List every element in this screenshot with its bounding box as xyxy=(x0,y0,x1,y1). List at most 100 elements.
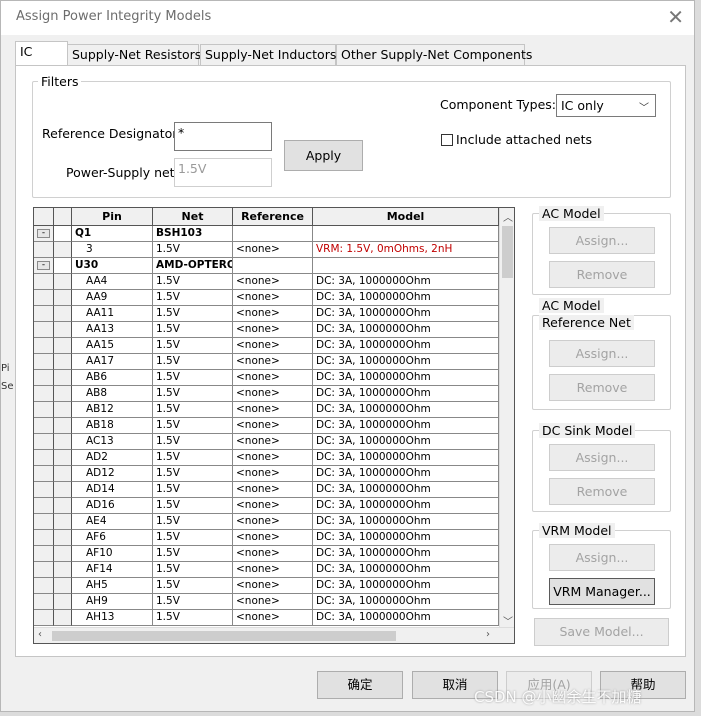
cell-pin[interactable]: AH5 xyxy=(72,578,153,594)
table-row[interactable]: AA11 1.5V <none> DC: 3A, 1000000Ohm xyxy=(34,306,499,322)
cell-model[interactable]: DC: 3A, 1000000Ohm xyxy=(313,498,499,514)
cell-pin[interactable]: AE4 xyxy=(72,514,153,530)
scroll-up-icon[interactable]: ︿ xyxy=(503,209,513,224)
row-header[interactable] xyxy=(34,466,54,482)
cell-net[interactable]: 1.5V xyxy=(153,578,233,594)
cell-net[interactable]: 1.5V xyxy=(153,450,233,466)
cell-pin[interactable]: AA4 xyxy=(72,274,153,290)
column-header-reference[interactable]: Reference xyxy=(233,208,313,226)
row-header[interactable] xyxy=(34,338,54,354)
tab-supply-net-inductors[interactable]: Supply-Net Inductors xyxy=(200,44,336,65)
cell-model[interactable]: DC: 3A, 1000000Ohm xyxy=(313,610,499,626)
scroll-left-icon[interactable]: ‹ xyxy=(38,629,42,640)
cell-model[interactable]: DC: 3A, 1000000Ohm xyxy=(313,370,499,386)
row-header[interactable] xyxy=(34,322,54,338)
scroll-right-icon[interactable]: › xyxy=(486,629,490,640)
row-header[interactable]: - xyxy=(34,258,54,274)
cell-net[interactable]: 1.5V xyxy=(153,338,233,354)
table-row[interactable]: AC13 1.5V <none> DC: 3A, 1000000Ohm xyxy=(34,434,499,450)
row-header[interactable] xyxy=(34,610,54,626)
row-header[interactable] xyxy=(34,594,54,610)
cell-net[interactable]: 1.5V xyxy=(153,530,233,546)
row-header[interactable]: - xyxy=(34,226,54,242)
cell-model[interactable]: DC: 3A, 1000000Ohm xyxy=(313,594,499,610)
cell-model[interactable]: DC: 3A, 1000000Ohm xyxy=(313,546,499,562)
cell-ref[interactable]: <none> xyxy=(233,370,313,386)
cell-ref[interactable]: <none> xyxy=(233,306,313,322)
cell-net[interactable]: 1.5V xyxy=(153,354,233,370)
cell-net[interactable]: 1.5V xyxy=(153,322,233,338)
row-header[interactable] xyxy=(34,290,54,306)
row-header[interactable] xyxy=(34,562,54,578)
table-row[interactable]: AD16 1.5V <none> DC: 3A, 1000000Ohm xyxy=(34,498,499,514)
cell-ref[interactable]: <none> xyxy=(233,354,313,370)
cell-ref[interactable]: <none> xyxy=(233,498,313,514)
table-row[interactable]: AH9 1.5V <none> DC: 3A, 1000000Ohm xyxy=(34,594,499,610)
row-header[interactable] xyxy=(34,530,54,546)
cell-ref[interactable]: <none> xyxy=(233,578,313,594)
cell-ref[interactable]: <none> xyxy=(233,434,313,450)
cell-net[interactable]: 1.5V xyxy=(153,482,233,498)
table-row[interactable]: AA13 1.5V <none> DC: 3A, 1000000Ohm xyxy=(34,322,499,338)
save-model-button[interactable]: Save Model... xyxy=(534,618,669,646)
cell-net[interactable]: 1.5V xyxy=(153,514,233,530)
dc-sink-assign-button[interactable]: Assign... xyxy=(549,444,655,471)
collapse-icon[interactable]: - xyxy=(37,261,50,270)
cell-net[interactable]: 1.5V xyxy=(153,290,233,306)
table-row[interactable]: AF14 1.5V <none> DC: 3A, 1000000Ohm xyxy=(34,562,499,578)
power-supply-net-input[interactable]: 1.5V xyxy=(174,158,272,187)
row-header[interactable] xyxy=(34,498,54,514)
cell-model[interactable]: DC: 3A, 1000000Ohm xyxy=(313,322,499,338)
cell-net[interactable]: BSH103 xyxy=(153,226,233,242)
cell-pin[interactable]: AA17 xyxy=(72,354,153,370)
cell-pin[interactable]: AA9 xyxy=(72,290,153,306)
cell-ref[interactable] xyxy=(233,226,313,242)
table-row[interactable]: AA17 1.5V <none> DC: 3A, 1000000Ohm xyxy=(34,354,499,370)
cell-ref[interactable]: <none> xyxy=(233,402,313,418)
row-header[interactable] xyxy=(34,514,54,530)
tab-supply-net-resistors[interactable]: Supply-Net Resistors xyxy=(67,44,201,65)
cell-pin[interactable]: AC13 xyxy=(72,434,153,450)
cell-ref[interactable]: <none> xyxy=(233,530,313,546)
cell-ref[interactable]: <none> xyxy=(233,466,313,482)
column-header-pin[interactable]: Pin xyxy=(72,208,153,226)
component-types-select[interactable]: IC only ﹀ xyxy=(556,94,656,117)
table-group-row[interactable]: - Q1 BSH103 xyxy=(34,226,499,242)
reference-designator-input[interactable]: * xyxy=(174,122,272,151)
table-row[interactable]: AB18 1.5V <none> DC: 3A, 1000000Ohm xyxy=(34,418,499,434)
table-row[interactable]: AF10 1.5V <none> DC: 3A, 1000000Ohm xyxy=(34,546,499,562)
ac-model-assign-button[interactable]: Assign... xyxy=(549,227,655,254)
cell-pin[interactable]: AD2 xyxy=(72,450,153,466)
cell-pin[interactable]: AD14 xyxy=(72,482,153,498)
cell-net[interactable]: 1.5V xyxy=(153,562,233,578)
table-row[interactable]: AF6 1.5V <none> DC: 3A, 1000000Ohm xyxy=(34,530,499,546)
row-header[interactable] xyxy=(34,482,54,498)
cell-pin[interactable]: AB12 xyxy=(72,402,153,418)
cell-pin[interactable]: AD16 xyxy=(72,498,153,514)
cell-net[interactable]: 1.5V xyxy=(153,386,233,402)
table-row[interactable]: AD12 1.5V <none> DC: 3A, 1000000Ohm xyxy=(34,466,499,482)
cell-net[interactable]: 1.5V xyxy=(153,274,233,290)
cell-pin[interactable]: AB18 xyxy=(72,418,153,434)
cell-net[interactable]: 1.5V xyxy=(153,498,233,514)
cell-model[interactable] xyxy=(313,258,499,274)
cell-ref[interactable]: <none> xyxy=(233,450,313,466)
cell-model[interactable]: DC: 3A, 1000000Ohm xyxy=(313,418,499,434)
horizontal-scroll-thumb[interactable] xyxy=(52,631,396,641)
cell-net[interactable]: 1.5V xyxy=(153,370,233,386)
table-row[interactable]: AH13 1.5V <none> DC: 3A, 1000000Ohm xyxy=(34,610,499,626)
cell-model[interactable]: DC: 3A, 1000000Ohm xyxy=(313,450,499,466)
row-header[interactable] xyxy=(34,402,54,418)
cell-net[interactable]: AMD-OPTERO xyxy=(153,258,233,274)
table-row[interactable]: AA4 1.5V <none> DC: 3A, 1000000Ohm xyxy=(34,274,499,290)
cell-ref[interactable]: <none> xyxy=(233,562,313,578)
cell-net[interactable]: 1.5V xyxy=(153,242,233,258)
tab-other-supply-net-components[interactable]: Other Supply-Net Components xyxy=(336,44,532,65)
ac-model-remove-button[interactable]: Remove xyxy=(549,261,655,288)
vrm-assign-button[interactable]: Assign... xyxy=(549,544,655,571)
cell-model[interactable]: DC: 3A, 1000000Ohm xyxy=(313,386,499,402)
collapse-icon[interactable]: - xyxy=(37,229,50,238)
cell-pin[interactable]: AB8 xyxy=(72,386,153,402)
cell-ref[interactable]: <none> xyxy=(233,482,313,498)
cell-ref[interactable]: <none> xyxy=(233,418,313,434)
